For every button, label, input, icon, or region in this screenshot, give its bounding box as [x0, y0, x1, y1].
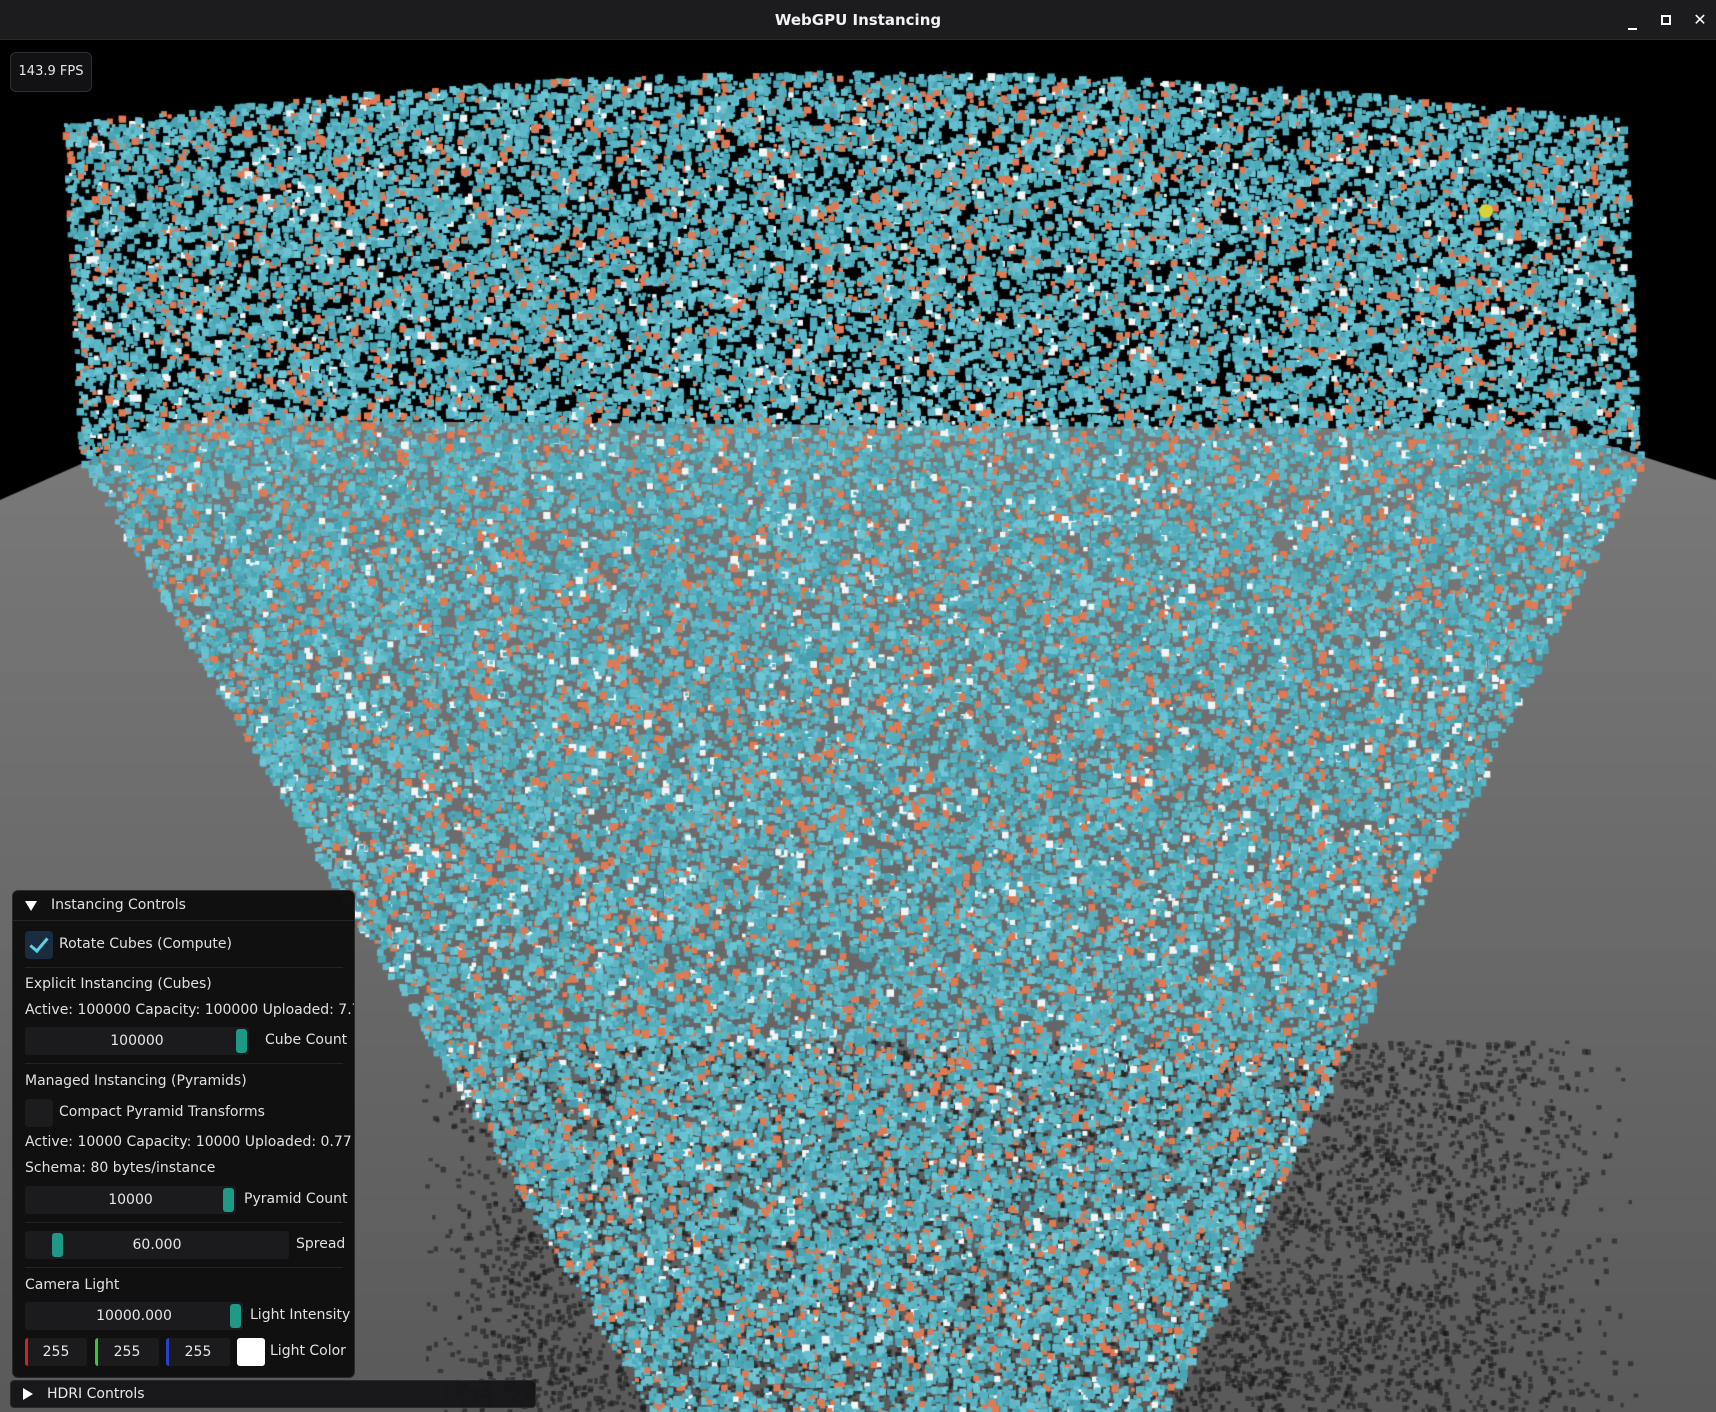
cube-count-grab[interactable] — [236, 1029, 247, 1053]
light-color-g-input[interactable]: 255 — [95, 1338, 159, 1366]
spread-grab[interactable] — [52, 1233, 63, 1257]
light-color-b-value: 255 — [184, 1344, 212, 1360]
managed-instancing-heading: Managed Instancing (Pyramids) — [25, 1073, 247, 1089]
light-color-r-value: 255 — [42, 1344, 70, 1360]
pyramid-count-label: Pyramid Count — [244, 1191, 348, 1207]
spread-slider[interactable]: 60.000 — [25, 1231, 289, 1259]
compact-pyramid-label: Compact Pyramid Transforms — [59, 1104, 265, 1120]
collapse-triangle-icon[interactable] — [25, 901, 37, 911]
hdri-controls-title: HDRI Controls — [47, 1386, 145, 1402]
cube-count-value: 100000 — [110, 1033, 164, 1049]
camera-light-heading: Camera Light — [25, 1277, 120, 1293]
pyramid-count-slider[interactable]: 10000 — [25, 1186, 236, 1214]
explicit-instancing-heading: Explicit Instancing (Cubes) — [25, 976, 212, 992]
divider — [25, 1063, 343, 1064]
rotate-cubes-label: Rotate Cubes (Compute) — [59, 936, 232, 952]
light-intensity-label: Light Intensity — [250, 1307, 351, 1323]
window-title: WebGPU Instancing — [774, 11, 942, 29]
light-color-b-input[interactable]: 255 — [166, 1338, 230, 1366]
light-intensity-grab[interactable] — [230, 1304, 241, 1328]
cube-count-slider[interactable]: 100000 — [25, 1027, 249, 1055]
checkmark-icon — [29, 932, 49, 954]
maximize-icon[interactable] — [1654, 8, 1678, 32]
instancing-controls-panel: Instancing Controls Rotate Cubes (Comput… — [12, 890, 355, 1378]
light-color-label: Light Color — [270, 1343, 346, 1359]
close-icon[interactable]: ✕ — [1688, 8, 1712, 32]
minimize-icon[interactable] — [1620, 8, 1644, 32]
panel-title: Instancing Controls — [51, 897, 186, 913]
cube-count-label: Cube Count — [265, 1032, 348, 1048]
blue-channel-marker — [166, 1338, 169, 1366]
managed-instancing-stats: Active: 10000 Capacity: 10000 Uploaded: … — [25, 1134, 355, 1150]
compact-pyramid-checkbox[interactable] — [25, 1099, 53, 1127]
light-color-swatch[interactable] — [237, 1338, 265, 1366]
pyramid-count-grab[interactable] — [223, 1188, 234, 1212]
light-color-r-input[interactable]: 255 — [25, 1338, 87, 1366]
explicit-instancing-stats: Active: 100000 Capacity: 100000 Uploaded… — [25, 1002, 355, 1018]
light-color-g-value: 255 — [113, 1344, 141, 1360]
title-bar: WebGPU Instancing ✕ — [0, 0, 1716, 40]
fps-counter: 143.9 FPS — [10, 52, 92, 92]
divider — [25, 1222, 343, 1223]
expand-triangle-icon[interactable] — [23, 1388, 33, 1400]
divider — [25, 967, 343, 968]
schema-info: Schema: 80 bytes/instance — [25, 1160, 216, 1176]
spread-value: 60.000 — [132, 1237, 182, 1253]
hdri-controls-header[interactable]: HDRI Controls — [10, 1380, 536, 1408]
rotate-cubes-checkbox[interactable] — [25, 931, 53, 959]
pyramid-count-value: 10000 — [108, 1192, 153, 1208]
light-intensity-value: 10000.000 — [96, 1308, 172, 1324]
light-intensity-slider[interactable]: 10000.000 — [25, 1302, 243, 1330]
instancing-controls-header[interactable]: Instancing Controls — [13, 891, 354, 921]
divider — [25, 1267, 343, 1268]
green-channel-marker — [95, 1338, 98, 1366]
spread-label: Spread — [296, 1236, 346, 1252]
red-channel-marker — [25, 1338, 28, 1366]
